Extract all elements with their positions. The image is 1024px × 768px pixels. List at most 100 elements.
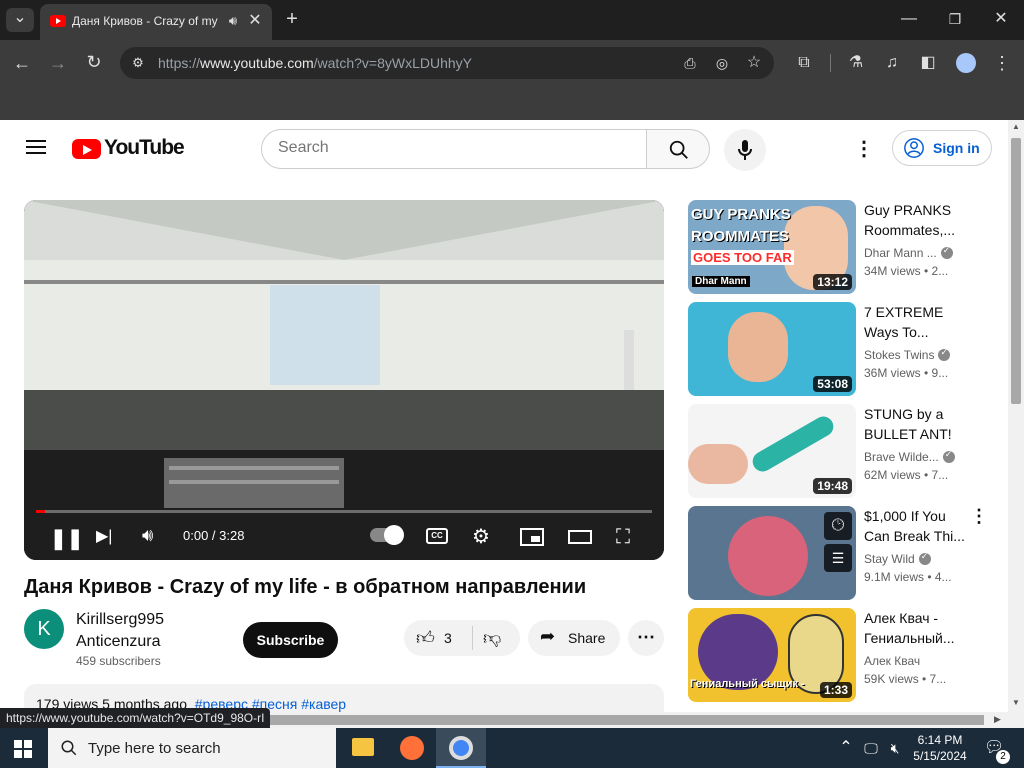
add-to-queue-icon[interactable]: ☰ bbox=[824, 544, 852, 572]
back-arrow-icon[interactable]: ← bbox=[12, 53, 32, 73]
voice-search-button[interactable] bbox=[724, 129, 766, 171]
side-panel-icon[interactable]: ◧ bbox=[918, 53, 938, 73]
autoplay-toggle[interactable] bbox=[370, 525, 404, 545]
fullscreen-icon[interactable]: ⛶ bbox=[616, 526, 630, 549]
scroll-down-arrow-icon[interactable]: ▼ bbox=[1012, 698, 1020, 707]
volume-button[interactable]: 🔊︎ bbox=[142, 525, 153, 546]
recommendation-item[interactable]: 53:08 7 EXTREME Ways To... Stokes Twins … bbox=[688, 302, 988, 396]
recommendation-thumbnail[interactable]: 19:48 bbox=[688, 404, 856, 498]
tab-search-button[interactable]: ⌄ bbox=[6, 8, 34, 32]
channel-name-line1: Kirillserg995 bbox=[76, 611, 165, 628]
duration-badge: 1:33 bbox=[819, 682, 852, 698]
settings-kebab-icon[interactable]: ⋮ bbox=[854, 136, 874, 160]
recommendation-thumbnail[interactable]: 53:08 bbox=[688, 302, 856, 396]
tray-chevron-icon[interactable]: ⌃ bbox=[838, 738, 854, 758]
restore-button[interactable]: ❐ bbox=[944, 9, 966, 29]
dislike-button[interactable]: 👎︎ bbox=[473, 620, 520, 656]
media-controls-icon[interactable]: ♫ bbox=[882, 53, 902, 73]
miniplayer-icon[interactable] bbox=[520, 528, 544, 546]
like-button[interactable]: 👍︎ 3 bbox=[404, 620, 472, 656]
progress-bar[interactable] bbox=[36, 510, 652, 513]
chrome-icon bbox=[449, 736, 473, 760]
youtube-logo-icon bbox=[72, 139, 101, 159]
windows-start-icon[interactable] bbox=[14, 740, 32, 758]
recommendation-channel[interactable]: Stay Wild bbox=[864, 551, 964, 566]
vertical-scrollbar-thumb[interactable] bbox=[1011, 138, 1021, 404]
recommendation-channel[interactable]: Алек Квач bbox=[864, 654, 964, 668]
speaker-icon[interactable]: 🔊︎ bbox=[224, 11, 242, 31]
recommendation-item[interactable]: 🕑︎ ☰ $1,000 If You Can Break Thi... ⋮ St… bbox=[688, 506, 988, 600]
network-icon[interactable]: 🖵︎ bbox=[862, 738, 880, 758]
minimize-button[interactable]: — bbox=[898, 9, 920, 29]
recommendation-item[interactable]: 19:48 STUNG by a BULLET ANT! Brave Wilde… bbox=[688, 404, 988, 498]
search-box[interactable] bbox=[261, 129, 647, 169]
settings-gear-icon[interactable]: ⚙ bbox=[472, 524, 490, 549]
subscribe-button[interactable]: Subscribe bbox=[243, 622, 338, 658]
recommendation-title[interactable]: 7 EXTREME Ways To... bbox=[864, 302, 968, 342]
eye-off-icon[interactable]: ◎ bbox=[712, 53, 732, 73]
recommendation-thumbnail[interactable]: 🕑︎ ☰ bbox=[688, 506, 856, 600]
recommendation-channel[interactable]: Brave Wilde... bbox=[864, 449, 964, 464]
recommendation-meta: 62M views • 7... bbox=[864, 468, 949, 482]
more-actions-button[interactable]: ⋯ bbox=[628, 620, 664, 656]
recommendation-title[interactable]: $1,000 If You Can Break Thi... bbox=[864, 506, 968, 546]
scroll-right-arrow-icon[interactable]: ▶ bbox=[994, 714, 1001, 725]
recommendation-item[interactable]: Гениальный сыщик - 1:33 Алек Квач - Гени… bbox=[688, 608, 988, 702]
clock[interactable]: 6:14 PM 5/15/2024 bbox=[910, 732, 970, 764]
file-explorer-icon[interactable] bbox=[352, 738, 374, 756]
search-icon bbox=[669, 140, 688, 159]
menu-kebab-icon[interactable]: ⋮ bbox=[992, 53, 1012, 73]
new-tab-button[interactable]: + bbox=[282, 9, 302, 29]
next-button[interactable]: ▶| bbox=[96, 526, 112, 546]
recommendation-menu-icon[interactable]: ⋮ bbox=[970, 506, 988, 527]
extensions-icon[interactable]: ⧉ bbox=[794, 53, 814, 73]
watch-later-icon[interactable]: 🕑︎ bbox=[824, 512, 852, 540]
channel-name[interactable]: Kirillserg995 Anticenzura bbox=[76, 609, 164, 653]
firefox-icon[interactable] bbox=[400, 736, 424, 760]
duration-badge: 13:12 bbox=[813, 274, 852, 290]
vertical-scrollbar[interactable]: ▲ ▼ bbox=[1008, 120, 1024, 712]
tab-close-icon[interactable]: ✕ bbox=[246, 11, 264, 31]
browser-tab-active[interactable]: Даня Кривов - Crazy of my 🔊︎ ✕ bbox=[40, 4, 272, 40]
thumbnail-hand bbox=[688, 444, 748, 484]
search-input[interactable] bbox=[278, 139, 618, 157]
bookmark-star-icon[interactable]: ☆ bbox=[744, 53, 764, 73]
search-button[interactable] bbox=[646, 129, 710, 169]
theater-mode-icon[interactable] bbox=[568, 530, 592, 544]
volume-muted-icon[interactable]: 🔇︎ bbox=[886, 738, 904, 758]
taskbar-search-box[interactable]: Type here to search bbox=[48, 728, 336, 768]
recommendation-item[interactable]: GUY PRANKS ROOMMATES GOES TOO FAR Dhar M… bbox=[688, 200, 988, 294]
labs-flask-icon[interactable]: ⚗ bbox=[846, 53, 866, 73]
recommendation-title[interactable]: Guy PRANKS Roommates,... bbox=[864, 200, 968, 240]
pause-button[interactable]: ❚❚ bbox=[50, 526, 84, 551]
status-bar-url: https://www.youtube.com/watch?v=OTd9_98O… bbox=[0, 708, 271, 728]
guide-menu-icon[interactable] bbox=[26, 136, 46, 156]
recommendation-channel[interactable]: Stokes Twins bbox=[864, 347, 964, 362]
scroll-up-arrow-icon[interactable]: ▲ bbox=[1012, 122, 1020, 131]
video-player[interactable]: ❚❚ ▶| 🔊︎ 0:00 / 3:28 CC ⚙ ⛶ bbox=[24, 200, 664, 560]
recommendation-title[interactable]: STUNG by a BULLET ANT! bbox=[864, 404, 968, 444]
channel-avatar[interactable]: K bbox=[24, 609, 64, 649]
captions-icon[interactable]: CC bbox=[426, 528, 448, 544]
notification-count-badge: 2 bbox=[996, 750, 1010, 764]
profile-avatar-icon[interactable] bbox=[956, 53, 976, 73]
recommendation-channel[interactable]: Dhar Mann ... bbox=[864, 245, 964, 260]
sign-in-label: Sign in bbox=[933, 140, 980, 156]
window-close-button[interactable]: ✕ bbox=[990, 9, 1012, 29]
address-bar[interactable]: ⚙ https://www.youtube.com/watch?v=8yWxLD… bbox=[120, 47, 774, 79]
recommendation-meta: 59K views • 7... bbox=[864, 672, 947, 686]
site-info-icon[interactable]: ⚙ bbox=[128, 53, 148, 73]
chrome-taskbar-button[interactable] bbox=[436, 728, 486, 768]
share-button[interactable]: ➦ Share bbox=[528, 620, 620, 656]
reload-icon[interactable]: ↻ bbox=[84, 52, 104, 72]
search-icon bbox=[61, 740, 77, 756]
autoplay-toggle-knob bbox=[384, 525, 404, 545]
clock-date: 5/15/2024 bbox=[913, 749, 967, 763]
recommendation-title[interactable]: Алек Квач - Гениальный... bbox=[864, 608, 968, 648]
install-app-icon[interactable]: ⎙ bbox=[680, 53, 700, 73]
recommendation-thumbnail[interactable]: Гениальный сыщик - 1:33 bbox=[688, 608, 856, 702]
recommendation-thumbnail[interactable]: GUY PRANKS ROOMMATES GOES TOO FAR Dhar M… bbox=[688, 200, 856, 294]
forward-arrow-icon[interactable]: → bbox=[48, 53, 68, 73]
sign-in-button[interactable]: Sign in bbox=[892, 130, 992, 166]
youtube-logo[interactable]: YouTube bbox=[72, 136, 185, 162]
